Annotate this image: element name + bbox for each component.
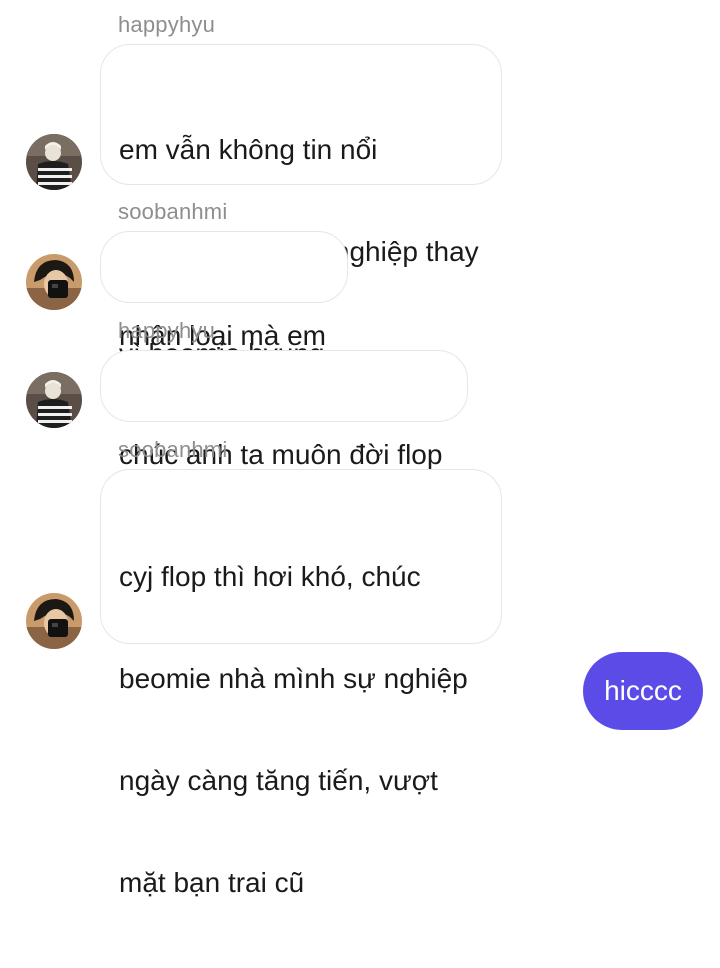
sender-name: happyhyu [118,318,216,343]
message-bubble[interactable]: chúc anh ta muôn đời flop [100,350,468,470]
message-line: mặt bạn trai cũ [119,867,305,898]
message-line: ngày càng tăng tiến, vượt [119,765,438,796]
message-bubble[interactable]: nhân loại mà em [100,231,348,351]
chat-thread: happyhyu em vẫn không tin nổi yeonjun ch… [0,0,720,898]
outgoing-message-bubble[interactable]: hicccc [583,652,703,730]
avatar-soobanhmi-icon[interactable] [26,254,82,310]
message-line: beomie nhà mình sự nghiệp [119,663,468,694]
message-line: em vẫn không tin nổi [119,134,378,165]
message-bubble[interactable]: em vẫn không tin nổi yeonjun chọn sự ngh… [100,44,502,369]
sender-name: happyhyu [118,12,216,37]
message-bubble[interactable]: cyj flop thì hơi khó, chúc beomie nhà mì… [100,469,502,898]
message-line: cyj flop thì hơi khó, chúc [119,561,421,592]
sender-name: soobanhmi [118,199,228,224]
avatar-happyhyu-icon[interactable] [26,134,82,190]
sender-name: soobanhmi [118,437,228,462]
avatar-happyhyu-icon[interactable] [26,372,82,428]
avatar-soobanhmi-icon[interactable] [26,593,82,649]
